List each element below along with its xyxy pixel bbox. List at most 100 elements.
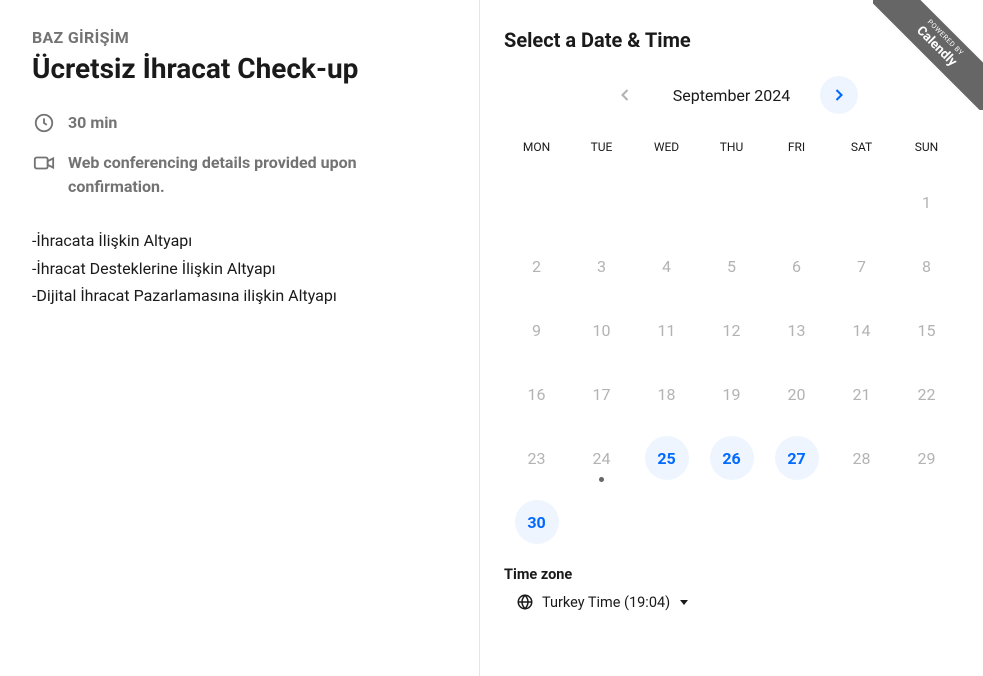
calendar-day-cell: 16 bbox=[504, 362, 569, 426]
select-date-heading: Select a Date & Time bbox=[504, 28, 959, 52]
calendar-day-unavailable: 23 bbox=[515, 436, 559, 480]
calendar-day-unavailable: 17 bbox=[580, 372, 624, 416]
month-navigation: September 2024 bbox=[504, 76, 959, 114]
clock-icon bbox=[32, 111, 56, 135]
calendar-day-unavailable: 21 bbox=[840, 372, 884, 416]
calendar-day-unavailable: 3 bbox=[580, 244, 624, 288]
calendar-day-cell: 5 bbox=[699, 234, 764, 298]
calendar-day-cell: 23 bbox=[504, 426, 569, 490]
calendar-day-cell: 8 bbox=[894, 234, 959, 298]
calendar-day-cell: 18 bbox=[634, 362, 699, 426]
calendar-panel: Select a Date & Time September 2024 MONT… bbox=[480, 0, 983, 676]
calendar-day-unavailable: 1 bbox=[905, 180, 949, 224]
calendar-day-unavailable: 8 bbox=[905, 244, 949, 288]
today-indicator-dot bbox=[599, 477, 604, 482]
weekday-header: SUN bbox=[894, 134, 959, 160]
calendar-day-cell: 24 bbox=[569, 426, 634, 490]
calendar-day-available[interactable]: 30 bbox=[515, 500, 559, 544]
calendar-day-unavailable: 28 bbox=[840, 436, 884, 480]
calendar-day-cell: 3 bbox=[569, 234, 634, 298]
chevron-left-icon bbox=[615, 85, 635, 105]
calendar-day-cell: 19 bbox=[699, 362, 764, 426]
calendar-day-cell: 10 bbox=[569, 298, 634, 362]
description-line: -İhracata İlişkin Altyapı bbox=[32, 227, 447, 254]
next-month-button[interactable] bbox=[820, 76, 858, 114]
calendar-day-unavailable: 2 bbox=[515, 244, 559, 288]
calendar-day-cell: 1 bbox=[894, 170, 959, 234]
weekday-header: TUE bbox=[569, 134, 634, 160]
weekday-header: SAT bbox=[829, 134, 894, 160]
chevron-right-icon bbox=[829, 85, 849, 105]
calendar-day-unavailable: 10 bbox=[580, 308, 624, 352]
calendar-day-cell: 29 bbox=[894, 426, 959, 490]
weekday-header: THU bbox=[699, 134, 764, 160]
event-description: -İhracata İlişkin Altyapı -İhracat Deste… bbox=[32, 227, 447, 309]
weekday-header: WED bbox=[634, 134, 699, 160]
chevron-down-icon bbox=[680, 600, 688, 605]
calendar-day-cell bbox=[764, 170, 829, 234]
calendar-day-cell: 27 bbox=[764, 426, 829, 490]
calendar-day-cell: 13 bbox=[764, 298, 829, 362]
calendar-day-unavailable: 20 bbox=[775, 372, 819, 416]
calendar-day-cell: 14 bbox=[829, 298, 894, 362]
calendar-day-unavailable: 14 bbox=[840, 308, 884, 352]
calendar-day-cell: 6 bbox=[764, 234, 829, 298]
calendar-day-unavailable: 5 bbox=[710, 244, 754, 288]
calendar-day-available[interactable]: 25 bbox=[645, 436, 689, 480]
calendar-day-cell bbox=[829, 170, 894, 234]
calendar-day-unavailable: 9 bbox=[515, 308, 559, 352]
description-line: -Dijital İhracat Pazarlamasına ilişkin A… bbox=[32, 282, 447, 309]
calendar-grid: 1234567891011121314151617181920212223242… bbox=[504, 170, 959, 554]
organizer-name: BAZ GİRİŞİM bbox=[32, 28, 447, 47]
timezone-label: Time zone bbox=[504, 566, 959, 583]
month-label: September 2024 bbox=[652, 86, 812, 105]
calendar-day-cell: 30 bbox=[504, 490, 569, 554]
calendar-day-cell bbox=[699, 170, 764, 234]
conference-text: Web conferencing details provided upon c… bbox=[68, 151, 447, 199]
calendar-day-cell bbox=[569, 170, 634, 234]
calendar-day-unavailable: 16 bbox=[515, 372, 559, 416]
conference-row: Web conferencing details provided upon c… bbox=[32, 151, 447, 199]
calendar-day-cell: 15 bbox=[894, 298, 959, 362]
description-line: -İhracat Desteklerine İlişkin Altyapı bbox=[32, 255, 447, 282]
calendar-day-cell: 25 bbox=[634, 426, 699, 490]
prev-month-button[interactable] bbox=[606, 76, 644, 114]
calendar-day-unavailable: 18 bbox=[645, 372, 689, 416]
calendar-day-unavailable: 12 bbox=[710, 308, 754, 352]
calendar-day-cell: 22 bbox=[894, 362, 959, 426]
calendar-day-unavailable: 15 bbox=[905, 308, 949, 352]
event-title: Ücretsiz İhracat Check-up bbox=[32, 51, 447, 87]
timezone-selector[interactable]: Turkey Time (19:04) bbox=[504, 593, 688, 611]
calendar-day-unavailable: 19 bbox=[710, 372, 754, 416]
weekday-header-row: MONTUEWEDTHUFRISATSUN bbox=[504, 134, 959, 160]
calendar-day-cell: 26 bbox=[699, 426, 764, 490]
duration-row: 30 min bbox=[32, 111, 447, 135]
calendar-day-unavailable: 22 bbox=[905, 372, 949, 416]
calendar-day-cell: 20 bbox=[764, 362, 829, 426]
calendar-day-unavailable: 6 bbox=[775, 244, 819, 288]
calendar-day-cell: 9 bbox=[504, 298, 569, 362]
calendar-day-unavailable: 24 bbox=[580, 436, 624, 480]
calendar-day-cell: 4 bbox=[634, 234, 699, 298]
duration-text: 30 min bbox=[68, 111, 117, 135]
event-details-panel: BAZ GİRİŞİM Ücretsiz İhracat Check-up 30… bbox=[0, 0, 480, 676]
calendar-day-cell: 21 bbox=[829, 362, 894, 426]
calendar-day-available[interactable]: 26 bbox=[710, 436, 754, 480]
calendar-day-unavailable: 13 bbox=[775, 308, 819, 352]
video-icon bbox=[32, 151, 56, 175]
timezone-value: Turkey Time (19:04) bbox=[542, 594, 670, 611]
calendar-day-cell: 17 bbox=[569, 362, 634, 426]
calendar-day-cell: 2 bbox=[504, 234, 569, 298]
calendar-day-available[interactable]: 27 bbox=[775, 436, 819, 480]
calendar-day-unavailable: 11 bbox=[645, 308, 689, 352]
globe-icon bbox=[516, 593, 534, 611]
calendar-day-cell: 28 bbox=[829, 426, 894, 490]
calendar-day-cell bbox=[634, 170, 699, 234]
weekday-header: FRI bbox=[764, 134, 829, 160]
calendar-day-cell: 11 bbox=[634, 298, 699, 362]
calendar-day-unavailable: 29 bbox=[905, 436, 949, 480]
calendar-day-unavailable: 7 bbox=[840, 244, 884, 288]
calendar-day-cell bbox=[504, 170, 569, 234]
calendar-day-cell: 7 bbox=[829, 234, 894, 298]
calendar-day-cell: 12 bbox=[699, 298, 764, 362]
